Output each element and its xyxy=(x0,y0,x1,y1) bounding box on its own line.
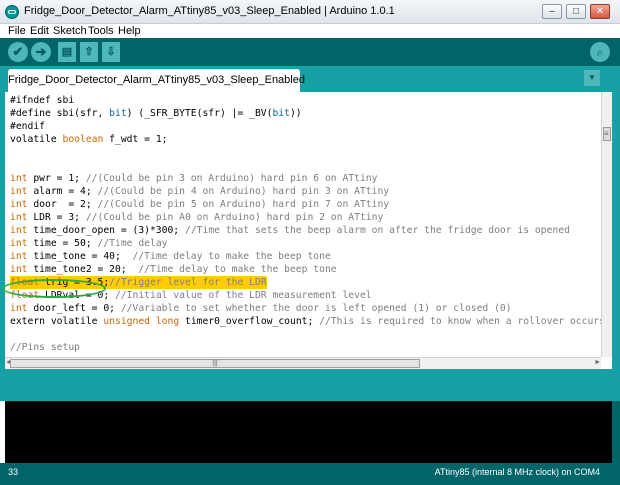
code-token: f_wdt = 1; xyxy=(103,134,168,145)
code-line[interactable]: int time_tone = 40; //Time delay to make… xyxy=(10,250,331,263)
code-line[interactable]: volatile boolean f_wdt = 1; xyxy=(10,133,167,146)
toolbar: ✔ ➔ ▤ ⇧ ⇩ ⌕ xyxy=(0,38,620,66)
code-token: time_tone = 40; xyxy=(27,251,133,262)
code-token: alarm = 4; xyxy=(27,186,98,197)
code-token: int xyxy=(10,186,28,197)
status-band xyxy=(0,369,620,401)
code-token: int xyxy=(10,225,28,236)
code-token: bit xyxy=(109,108,127,119)
code-token: time_tone2 = 20; xyxy=(27,264,139,275)
horizontal-scrollbar[interactable]: ◄ ||| ► xyxy=(5,357,601,369)
menu-help[interactable]: Help xyxy=(118,24,141,38)
board-info: ATtiny85 (internal 8 MHz clock) on COM4 xyxy=(434,467,600,477)
line-number: 33 xyxy=(8,467,19,477)
vertical-scroll-thumb[interactable]: ≡ xyxy=(603,127,611,141)
minimize-button[interactable]: – xyxy=(542,4,562,19)
code-token: //(Could be pin 5 on Arduino) hard pin 7… xyxy=(97,199,390,210)
code-token: //(Could be pin 3 on Arduino) hard pin 6… xyxy=(85,173,378,184)
window-title: Fridge_Door_Detector_Alarm_ATtiny85_v03_… xyxy=(24,5,395,17)
code-token: time = 50; xyxy=(27,238,98,249)
code-token: int xyxy=(10,173,28,184)
code-token: #endif xyxy=(10,121,45,132)
code-token: int xyxy=(10,238,28,249)
console-side xyxy=(612,401,620,463)
code-line[interactable]: #ifndef sbi xyxy=(10,94,74,107)
open-sketch-button[interactable]: ⇧ xyxy=(80,42,98,62)
highlight-annotation-circle xyxy=(2,279,106,298)
editor-frame-right xyxy=(612,92,620,369)
code-token: //Variable to set whether the door is le… xyxy=(120,303,512,314)
code-token: int xyxy=(10,303,28,314)
code-token: int xyxy=(10,199,28,210)
code-token: //(Could be pin 4 on Arduino) hard pin 3… xyxy=(97,186,390,197)
code-token: timer0_overflow_count; xyxy=(179,316,320,327)
new-sketch-button[interactable]: ▤ xyxy=(58,42,76,62)
code-line[interactable]: #endif xyxy=(10,120,45,133)
code-token: int xyxy=(10,212,28,223)
save-sketch-button[interactable]: ⇩ xyxy=(102,42,120,62)
horizontal-scroll-thumb[interactable]: ||| xyxy=(10,359,420,368)
menu-sketch[interactable]: Sketch xyxy=(53,24,87,38)
code-line[interactable]: int time = 50; //Time delay xyxy=(10,237,168,250)
code-token: //Time that sets the beep alarm on after… xyxy=(184,225,570,236)
code-line[interactable]: int time_door_open = (3)*300; //Time tha… xyxy=(10,224,570,237)
code-token: boolean xyxy=(62,134,104,145)
code-token: LDR = 3; xyxy=(27,212,86,223)
code-token: int xyxy=(10,264,28,275)
console-output[interactable] xyxy=(5,401,612,463)
code-token: )) xyxy=(289,108,302,119)
code-token: //Time delay to make the beep tone xyxy=(132,251,331,262)
maximize-button[interactable]: □ xyxy=(566,4,586,19)
code-token: //This is required to know when a rollov… xyxy=(319,316,601,327)
status-bar: 33 ATtiny85 (internal 8 MHz clock) on CO… xyxy=(0,463,620,485)
upload-button[interactable]: ➔ xyxy=(31,42,51,62)
code-line[interactable]: #define sbi(sfr, bit) (_SFR_BYTE(sfr) |=… xyxy=(10,107,302,120)
code-line[interactable]: int LDR = 3; //(Could be pin A0 on Ardui… xyxy=(10,211,383,224)
code-token: door_left = 0; xyxy=(27,303,121,314)
title-bar: Fridge_Door_Detector_Alarm_ATtiny85_v03_… xyxy=(0,0,620,24)
code-line[interactable]: int time_tone2 = 20; //Time delay to mak… xyxy=(10,263,337,276)
code-token: door = 2; xyxy=(27,199,98,210)
code-token: #define sbi(sfr, xyxy=(10,108,110,119)
code-token: pwr = 1; xyxy=(27,173,86,184)
code-token: #ifndef sbi xyxy=(10,95,75,106)
code-token: //Initial value of the LDR measurement l… xyxy=(115,290,372,301)
scroll-right-icon[interactable]: ► xyxy=(594,359,601,366)
arduino-logo-icon xyxy=(5,5,19,19)
menu-file[interactable]: File xyxy=(8,24,26,38)
code-token: //Time delay xyxy=(97,238,168,249)
code-line[interactable]: int pwr = 1; //(Could be pin 3 on Arduin… xyxy=(10,172,377,185)
code-token: ) (_SFR_BYTE(sfr) |= _BV( xyxy=(126,108,273,119)
code-line[interactable]: int door = 2; //(Could be pin 5 on Ardui… xyxy=(10,198,389,211)
vertical-scrollbar[interactable]: ≡ xyxy=(601,92,612,357)
code-token: extern volatile xyxy=(10,316,104,327)
code-token: time_door_open = (3)*300; xyxy=(27,225,185,236)
code-token: int xyxy=(10,251,28,262)
code-token: //(Could be pin A0 on Arduino) hard pin … xyxy=(85,212,384,223)
tab-sketch[interactable]: Fridge_Door_Detector_Alarm_ATtiny85_v03_… xyxy=(8,69,305,92)
code-token: long xyxy=(155,316,180,327)
tab-menu-icon[interactable]: ▼ xyxy=(584,70,600,86)
menu-tools[interactable]: Tools xyxy=(88,24,114,38)
code-token: volatile xyxy=(10,134,63,145)
code-token: //Time delay to make the beep tone xyxy=(138,264,337,275)
tab-strip: Fridge_Door_Detector_Alarm_ATtiny85_v03_… xyxy=(0,66,620,92)
code-token: bit xyxy=(272,108,290,119)
close-button[interactable]: ✕ xyxy=(590,4,610,19)
code-editor[interactable]: #ifndef sbi #define sbi(sfr, bit) (_SFR_B… xyxy=(5,92,601,357)
code-line[interactable]: //Pins setup xyxy=(10,341,80,354)
code-token: //Pins setup xyxy=(10,342,80,353)
code-line[interactable]: int door_left = 0; //Variable to set whe… xyxy=(10,302,512,315)
code-line[interactable]: extern volatile unsigned long timer0_ove… xyxy=(10,315,601,328)
verify-button[interactable]: ✔ xyxy=(8,42,28,62)
code-line[interactable]: int alarm = 4; //(Could be pin 4 on Ardu… xyxy=(10,185,389,198)
menu-bar: File Edit Sketch Tools Help xyxy=(0,24,620,38)
serial-monitor-button[interactable]: ⌕ xyxy=(590,42,610,62)
menu-edit[interactable]: Edit xyxy=(30,24,49,38)
vertical-grip-icon: ≡ xyxy=(604,129,609,138)
code-token: unsigned xyxy=(103,316,150,327)
code-token: //Trigger level for the LDR xyxy=(109,277,267,288)
